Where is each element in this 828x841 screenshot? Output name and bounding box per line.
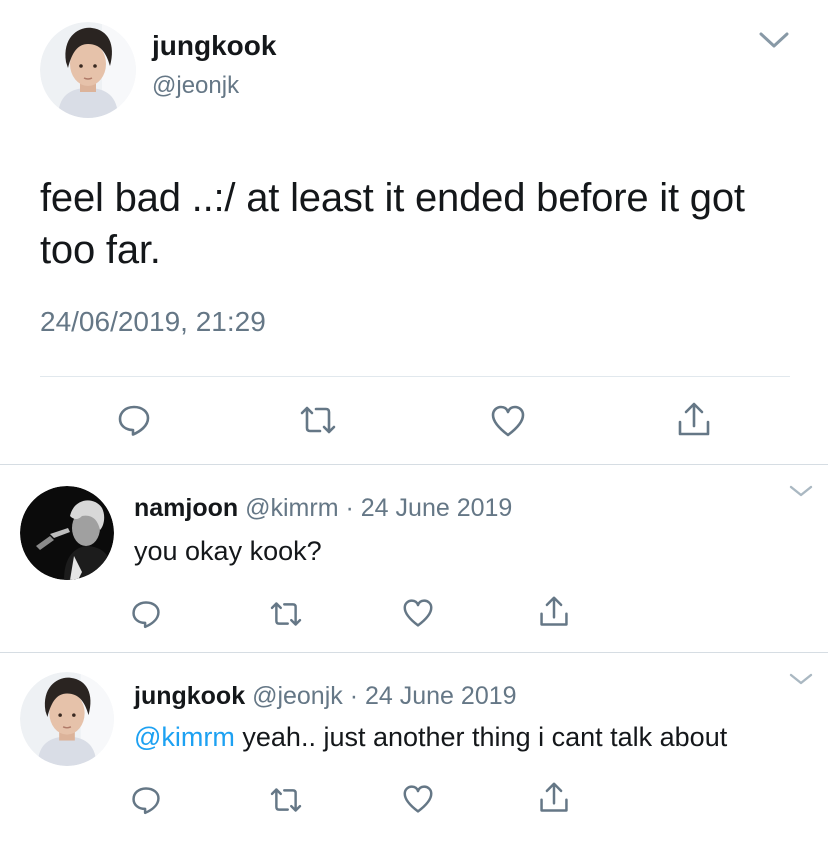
separator: ·	[345, 494, 354, 522]
avatar[interactable]	[20, 486, 114, 580]
reply-date[interactable]: 24 June 2019	[361, 494, 513, 522]
tweet-text: feel bad ..:/ at least it ended before i…	[40, 176, 745, 272]
retweet-icon[interactable]	[268, 600, 304, 628]
reply-text: @kimrm yeah.. just another thing i cant …	[134, 722, 727, 753]
share-icon[interactable]	[676, 400, 712, 440]
chevron-down-icon[interactable]	[758, 30, 790, 50]
handle[interactable]: @jeonjk	[152, 72, 239, 100]
divider	[0, 652, 828, 653]
tweet-thread: jungkook @jeonjk feel bad ..:/ at least …	[0, 0, 828, 841]
handle[interactable]: @kimrm	[245, 494, 338, 522]
like-icon[interactable]	[402, 598, 434, 628]
reply-header: jungkook @jeonjk · 24 June 2019	[134, 682, 517, 711]
retweet-icon[interactable]	[298, 404, 338, 436]
divider	[40, 376, 790, 377]
display-name[interactable]: jungkook	[152, 30, 276, 62]
main-tweet: jungkook @jeonjk feel bad ..:/ at least …	[0, 0, 828, 466]
separator: ·	[349, 682, 359, 710]
reply-body: yeah.. just another thing i cant talk ab…	[234, 722, 728, 752]
reply-header: namjoon @kimrm · 24 June 2019	[134, 494, 512, 523]
divider	[0, 464, 828, 465]
mention-link[interactable]: @kimrm	[134, 722, 235, 752]
reply-text: you okay kook?	[134, 536, 322, 566]
reply-icon[interactable]	[130, 784, 162, 816]
avatar[interactable]	[40, 22, 136, 118]
like-icon[interactable]	[402, 784, 434, 814]
reply-icon[interactable]	[116, 402, 152, 438]
retweet-icon[interactable]	[268, 786, 304, 814]
chevron-down-icon[interactable]	[788, 484, 814, 498]
timestamp[interactable]: 24/06/2019, 21:29	[40, 306, 266, 338]
display-name[interactable]: jungkook	[134, 682, 245, 710]
reply-icon[interactable]	[130, 598, 162, 630]
avatar[interactable]	[20, 672, 114, 766]
share-icon[interactable]	[538, 780, 570, 816]
share-icon[interactable]	[538, 594, 570, 630]
display-name[interactable]: namjoon	[134, 494, 238, 522]
handle[interactable]: @jeonjk	[252, 682, 343, 710]
reply-date[interactable]: 24 June 2019	[365, 682, 517, 710]
like-icon[interactable]	[490, 404, 526, 438]
chevron-down-icon[interactable]	[788, 672, 814, 686]
